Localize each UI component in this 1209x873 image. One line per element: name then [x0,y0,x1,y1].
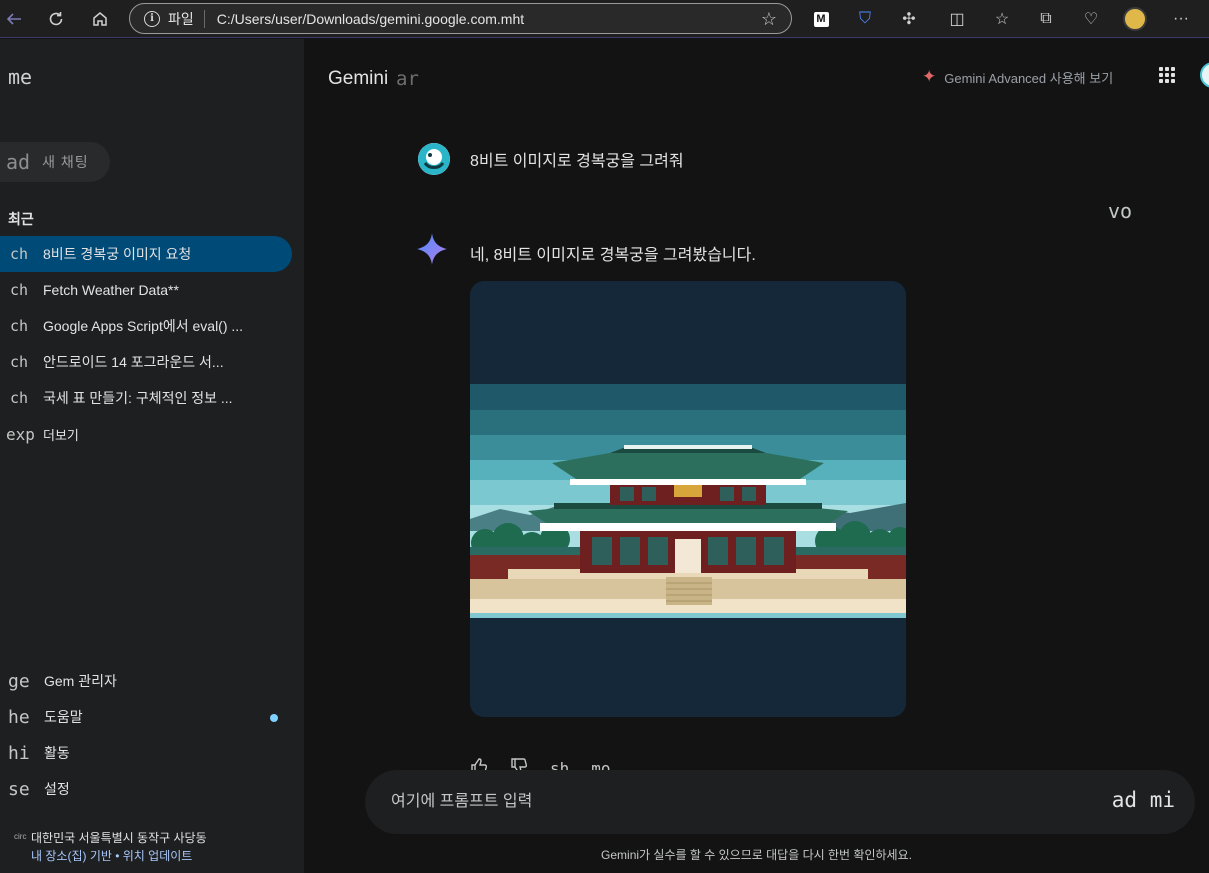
home-button[interactable] [86,5,114,33]
update-location-link[interactable]: 내 장소(집) 기반 • 위치 업데이트 [31,847,192,864]
prompt-input[interactable] [391,790,991,814]
arrow-left-icon [6,13,21,25]
notification-dot [270,714,278,722]
address-bar[interactable]: i 파일 C:/Users/user/Downloads/gemini.goog… [129,3,792,34]
chat-item-label: 안드로이드 14 포그라운드 서... [43,354,224,370]
browser-toolbar: i 파일 C:/Users/user/Downloads/gemini.goog… [0,0,1209,38]
chat-item-label: Fetch Weather Data** [43,282,179,298]
collections-icon[interactable]: ⧉ [1033,6,1059,32]
more-icon[interactable]: ··· [1168,6,1194,32]
chat-icon: ch [10,389,29,407]
address-url[interactable]: C:/Users/user/Downloads/gemini.google.co… [217,11,524,27]
gem-manager-label: Gem 관리자 [44,673,117,689]
show-more-button[interactable]: exp 더보기 [0,416,292,452]
user-avatar [418,143,450,175]
chat-item-label: Google Apps Script에서 eval() ... [43,318,244,334]
chat-icon: ch [10,281,29,299]
chat-item[interactable]: ch Fetch Weather Data** [0,272,292,308]
main-panel: Gemini ar ✦ Gemini Advanced 사용해 보기 8비트 이… [304,39,1209,873]
chat-icon: ch [10,317,29,335]
prompt-box: ad mi [365,770,1195,834]
puzzle-icon[interactable]: ✣ [896,6,922,32]
activity-button[interactable]: hi 활동 [0,736,292,770]
chat-icon: ch [10,353,29,371]
settings-button[interactable]: se 설정 [0,772,292,806]
chat-item-label: 8비트 경복궁 이미지 요청 [43,246,192,262]
activity-label: 활동 [44,745,70,761]
chat-item-label: 국세 표 만들기: 구체적인 정보 ... [43,390,233,406]
try-advanced-button[interactable]: ✦ Gemini Advanced 사용해 보기 [922,67,1113,87]
edit-prompt-icon[interactable]: vo [1108,199,1132,223]
profile-icon[interactable] [1122,6,1148,32]
address-divider [203,9,205,28]
try-advanced-label: Gemini Advanced 사용해 보기 [944,70,1114,86]
home-icon [93,12,107,26]
chat-item[interactable]: ch 8비트 경복궁 이미지 요청 [0,236,292,272]
favorite-star-icon[interactable]: ☆ [761,9,777,30]
apps-grid-icon[interactable] [1159,67,1175,83]
model-reply: 네, 8비트 이미지로 경복궁을 그려봤습니다. [470,247,756,264]
favorites-icon[interactable]: ☆ [989,6,1015,32]
help-button[interactable]: he 도움말 [0,700,292,734]
gem-manager-button[interactable]: ge Gem 관리자 [0,664,292,698]
address-scheme: 파일 [168,10,194,27]
location-dot-icon: circ [14,832,27,841]
refresh-icon [49,12,63,26]
m-extension-icon[interactable]: M [808,6,834,32]
expand-icon: exp [6,424,35,444]
chat-item[interactable]: ch 국세 표 만들기: 구체적인 정보 ... [0,380,292,416]
heart-pulse-icon[interactable]: ♡ [1078,6,1104,32]
help-icon: he [8,706,30,728]
refresh-button[interactable] [42,5,70,33]
gem-icon: ge [8,670,30,692]
recent-title: 최근 [8,211,34,227]
new-chat-button[interactable]: ad 새 채팅 [0,142,110,182]
shield-extension-icon[interactable]: ⛉ [852,6,878,32]
disclaimer: Gemini가 실수를 할 수 있으므로 대답을 다시 한번 확인하세요. [601,848,912,862]
new-chat-label: 새 채팅 [42,154,89,170]
sidebar: me ad 새 채팅 최근 ch 8비트 경복궁 이미지 요청 ch Fetch… [0,39,304,873]
settings-label: 설정 [44,781,70,797]
chat-icon: ch [10,245,29,263]
chat-item[interactable]: ch 안드로이드 14 포그라운드 서... [0,344,292,380]
split-screen-icon[interactable]: ◫ [944,6,970,32]
chat-item[interactable]: ch Google Apps Script에서 eval() ... [0,308,292,344]
help-label: 도움말 [44,709,83,725]
dropdown-icon[interactable]: ar [396,68,419,90]
brand-title[interactable]: Gemini [328,68,388,90]
location-text: 대한민국 서울특별시 동작구 사당동 [31,831,207,845]
generated-image[interactable] [470,281,906,717]
show-more-label: 더보기 [43,427,79,443]
account-avatar[interactable] [1200,62,1209,88]
history-icon: hi [8,742,30,764]
info-icon[interactable]: i [144,10,160,27]
prompt-tools[interactable]: ad mi [1112,788,1175,812]
gemini-logo-icon [416,232,448,271]
sparkle-icon: ✦ [922,67,937,86]
menu-icon[interactable]: me [8,65,32,89]
settings-icon: se [8,778,30,800]
back-button[interactable] [0,5,28,33]
add-icon: ad [6,150,31,174]
user-message: 8비트 이미지로 경복궁을 그려줘 [470,153,684,170]
